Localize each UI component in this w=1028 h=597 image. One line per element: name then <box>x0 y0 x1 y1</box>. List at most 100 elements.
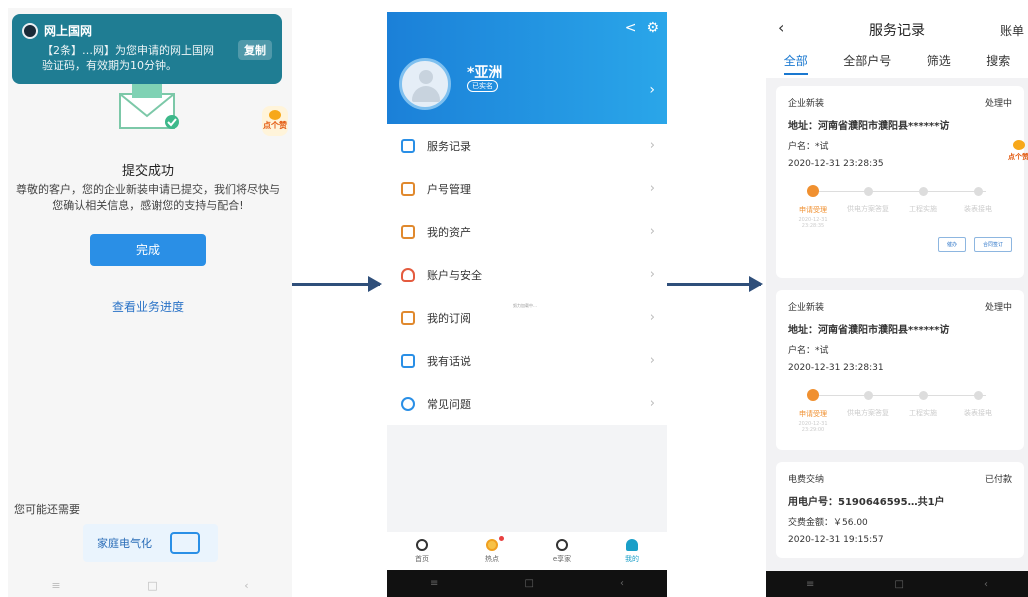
app-logo-icon <box>22 22 38 39</box>
chevron-right-icon: › <box>649 224 655 239</box>
record-status: 处理中 <box>984 303 1012 313</box>
back-nav-icon[interactable]: ‹ <box>984 579 988 590</box>
tab-all[interactable]: 全部 <box>783 52 808 75</box>
back-nav-icon[interactable]: ‹ <box>620 578 624 589</box>
chevron-right-icon: › <box>649 310 655 325</box>
menu-nav-icon[interactable]: ≡ <box>430 578 438 589</box>
record-status: 处理中 <box>984 99 1012 109</box>
system-nav-bar: ≡ □ ‹ <box>766 571 1028 597</box>
record-address: 地址：河南省濮阳市濮阳县******访 <box>788 325 950 336</box>
like-helper-button[interactable]: 点个赞 <box>1008 138 1028 164</box>
share-icon[interactable]: < <box>625 20 637 36</box>
hot-icon <box>486 538 498 551</box>
record-card[interactable]: 电费交纳 已付款 用电户号：5190646595…共1户 交费金额：￥56.00 … <box>776 462 1024 558</box>
menu-item-service-records[interactable]: 服务记录 › <box>387 124 667 167</box>
menu-item-label: 常见问题 <box>427 397 471 411</box>
filter-tabs: 全部 全部户号 筛选 搜索 <box>766 52 1028 75</box>
chevron-right-icon: › <box>649 267 655 282</box>
tab-me[interactable]: 我的 <box>597 532 667 570</box>
step-item: 申请受理 2020-12-31 23:28:35 <box>788 185 838 229</box>
system-nav-bar: ≡ □ ‹ <box>387 570 667 597</box>
tab-filter[interactable]: 筛选 <box>927 52 951 75</box>
record-time: 2020-12-31 19:15:57 <box>788 535 884 545</box>
menu-item-label: 我的订阅 <box>427 311 471 325</box>
username: *亚洲 <box>467 65 503 81</box>
tab-ehome[interactable]: e享家 <box>527 532 597 570</box>
menu-item-label: 服务记录 <box>427 139 471 153</box>
envelope-icon <box>119 84 179 129</box>
menu-item-feedback[interactable]: 我有话说 › <box>387 339 667 382</box>
view-progress-link[interactable]: 查看业务进度 <box>8 298 288 315</box>
tab-all-accounts[interactable]: 全部户号 <box>843 52 891 75</box>
menu-item-label: 账户与安全 <box>427 268 482 282</box>
notification-body: 【2条】…网】为您申请的网上国网验证码，有效期为10分钟。 <box>42 44 214 72</box>
chevron-right-icon[interactable]: › <box>649 82 655 98</box>
settings-icon[interactable]: ⚙ <box>646 20 659 36</box>
urge-button[interactable]: 催办 <box>937 237 966 252</box>
record-card[interactable]: 企业新装 处理中 地址：河南省濮阳市濮阳县******访 户名：*试 2020-1… <box>776 86 1024 278</box>
sms-notification[interactable]: 网上国网 【2条】…网】为您申请的网上国网验证码，有效期为10分钟。 复制 <box>12 14 282 84</box>
profile-header: < ⚙ *亚洲 已实名 › <box>387 12 667 124</box>
tab-hot[interactable]: 热点 <box>457 532 527 570</box>
menu-item-faq[interactable]: 常见问题 › <box>387 382 667 425</box>
flow-arrow-2 <box>667 276 763 292</box>
question-icon <box>401 396 415 411</box>
menu-item-label: 我有话说 <box>427 354 471 368</box>
tab-label: 首页 <box>415 554 429 563</box>
record-time: 2020-12-31 23:28:35 <box>788 159 884 169</box>
chevron-right-icon: › <box>649 181 655 196</box>
menu-item-security[interactable]: 账户与安全 › <box>387 253 667 296</box>
progress-steps: 申请受理 2020-12-31 23:28:35 供电方案答复 工程实施 装表接电 <box>788 185 1012 235</box>
step-item: 工程实施 <box>898 389 948 418</box>
record-account-number: 用电户号：5190646595…共1户 <box>788 497 945 508</box>
done-button[interactable]: 完成 <box>90 234 206 266</box>
loading-text: 努力加载中… <box>513 303 537 308</box>
profile-menu: 服务记录 › 户号管理 › 我的资产 › 账户与安全 › 我的订阅 › 我有话说 › 常见问… <box>387 124 667 425</box>
sign-contract-button[interactable]: 合同签订 <box>973 237 1012 252</box>
record-type: 电费交纳 <box>788 475 825 485</box>
records-header: ‹ 服务记录 账单 全部 全部户号 筛选 搜索 <box>766 8 1028 78</box>
step-item: 供电方案答复 <box>843 389 893 418</box>
assets-icon <box>401 224 415 239</box>
bill-link[interactable]: 账单 <box>1000 22 1024 39</box>
home-electrification-label: 家庭电气化 <box>97 537 152 550</box>
menu-item-account-numbers[interactable]: 户号管理 › <box>387 167 667 210</box>
chevron-right-icon: › <box>649 138 655 153</box>
home-nav-icon[interactable]: □ <box>524 578 533 589</box>
like-helper-button[interactable]: 点个赞 <box>262 106 288 136</box>
feedback-icon <box>401 353 415 368</box>
account-number-icon <box>401 181 415 196</box>
step-item: 供电方案答复 <box>843 185 893 214</box>
home-nav-icon[interactable]: □ <box>894 579 903 590</box>
home-electrification-card[interactable]: 家庭电气化 <box>83 524 218 562</box>
progress-steps: 申请受理 2020-12-31 23:29:00 供电方案答复 工程实施 装表接电 <box>788 389 1012 439</box>
home-nav-icon[interactable]: □ <box>147 579 157 592</box>
menu-nav-icon[interactable]: ≡ <box>51 579 60 592</box>
plug-icon <box>170 532 200 554</box>
record-type: 企业新装 <box>788 303 825 313</box>
tab-label: 热点 <box>485 554 499 563</box>
globe-icon <box>416 538 428 551</box>
record-card[interactable]: 企业新装 处理中 地址：河南省濮阳市濮阳县******访 户名：*试 2020-1… <box>776 290 1024 450</box>
record-icon <box>401 138 415 153</box>
step-item: 装表接电 <box>953 185 1003 214</box>
record-account-name: 户名：*试 <box>788 346 829 356</box>
shield-icon <box>401 267 415 282</box>
menu-nav-icon[interactable]: ≡ <box>806 579 814 590</box>
step-item: 装表接电 <box>953 389 1003 418</box>
success-description: 尊敬的客户，您的企业新装申请已提交，我们将尽快与您确认相关信息，感谢您的支持与配… <box>16 183 280 212</box>
copy-button[interactable]: 复制 <box>238 40 272 60</box>
notification-dot <box>499 536 504 541</box>
my-profile-screen: < ⚙ *亚洲 已实名 › 服务记录 › 户号管理 › 我的资产 › 账户与安全 › 我… <box>387 12 667 597</box>
menu-item-assets[interactable]: 我的资产 › <box>387 210 667 253</box>
menu-item-label: 户号管理 <box>427 182 471 196</box>
chevron-right-icon: › <box>649 396 655 411</box>
tab-search[interactable]: 搜索 <box>986 52 1010 75</box>
tab-home[interactable]: 首页 <box>387 532 457 570</box>
back-nav-icon[interactable]: ‹ <box>244 579 248 592</box>
verified-badge: 已实名 <box>467 80 498 92</box>
record-status: 已付款 <box>984 475 1012 485</box>
page-title: 服务记录 <box>869 23 925 39</box>
leaf-icon <box>556 538 568 551</box>
avatar[interactable] <box>399 58 451 110</box>
